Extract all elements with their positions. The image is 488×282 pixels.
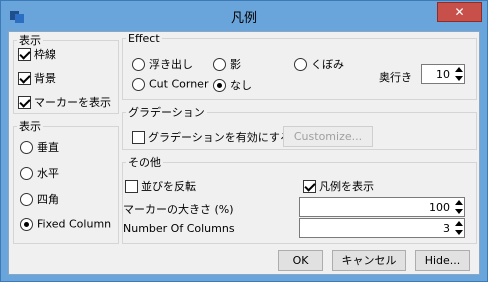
depth-spinner[interactable]: 10 [421,64,465,84]
vertical-radio-label: 垂直 [37,141,59,154]
depth-value: 10 [436,68,450,81]
vertical-radio-dot[interactable] [20,140,33,154]
marker-size-spinner[interactable]: 100 [299,197,465,217]
engrave-radio-label: くぼみ [311,58,344,71]
marker-size-label: マーカーの大きさ (%) [123,203,234,216]
background-checkbox[interactable]: 背景 [18,70,56,86]
vertical-radio[interactable]: 垂直 [20,139,59,155]
background-checkbox-label: 背景 [34,72,56,85]
columns-spinner-arrows[interactable] [454,220,463,236]
dialog-client: 表示 枠線 背景 マーカーを表示 表示 垂直 水平 四角 Fixed Colum… [8,31,480,275]
hide-button[interactable]: Hide... [415,250,470,271]
cancel-button[interactable]: キャンセル [332,250,406,271]
background-checkbox-box[interactable] [18,71,31,85]
legend-dialog: 凡例 ✕ 表示 枠線 背景 マーカーを表示 表示 垂直 水平 四角 Fixed … [0,0,488,282]
depth-spinner-arrows[interactable] [454,66,463,82]
show-legend-checkbox[interactable]: 凡例を表示 [303,178,374,194]
columns-label: Number Of Columns [123,222,235,235]
show-marker-checkbox-label: マーカーを表示 [34,96,111,109]
square-radio[interactable]: 四角 [20,191,59,207]
spin-down-icon[interactable] [455,209,463,214]
engrave-radio-dot[interactable] [294,57,307,71]
ok-button[interactable]: OK [278,250,323,271]
horizontal-radio[interactable]: 水平 [20,165,59,181]
emboss-radio-label: 浮き出し [149,58,193,71]
cut-corner-radio-dot[interactable] [132,77,145,91]
engrave-radio[interactable]: くぼみ [294,56,344,72]
reverse-order-label: 並びを反転 [141,180,196,193]
spin-up-icon[interactable] [455,221,463,226]
shadow-radio-label: 影 [230,58,241,71]
shadow-radio[interactable]: 影 [213,56,241,72]
show-marker-checkbox-box[interactable] [18,95,31,109]
show-marker-checkbox[interactable]: マーカーを表示 [18,94,111,110]
fixed-column-radio-label: Fixed Column [37,217,112,231]
horizontal-radio-dot[interactable] [20,166,33,180]
shadow-radio-dot[interactable] [213,57,226,71]
spin-up-icon[interactable] [455,200,463,205]
none-radio[interactable]: なし [213,77,252,93]
square-radio-dot[interactable] [20,192,33,206]
reverse-order-checkbox-box[interactable] [125,179,138,193]
reverse-order-checkbox[interactable]: 並びを反転 [125,178,196,194]
orientation-group-legend: 表示 [19,120,41,133]
frame-checkbox[interactable]: 枠線 [18,46,56,62]
enable-gradient-checkbox[interactable]: グラデーションを有効にする [132,129,291,145]
customize-button[interactable]: Customize... [283,126,373,147]
title-bar[interactable]: 凡例 ✕ [1,1,487,31]
none-radio-label: なし [230,79,252,92]
depth-label: 奥行き [379,71,412,84]
emboss-radio[interactable]: 浮き出し [132,56,193,72]
spin-down-icon[interactable] [455,230,463,235]
square-radio-label: 四角 [37,193,59,206]
marker-size-spinner-arrows[interactable] [454,199,463,215]
show-legend-checkbox-box[interactable] [303,179,316,193]
window-title: 凡例 [230,11,257,26]
fixed-column-radio-dot[interactable] [20,217,33,231]
columns-spinner[interactable]: 3 [299,218,465,238]
show-legend-label: 凡例を表示 [319,180,374,193]
columns-value: 3 [443,222,450,235]
close-button[interactable]: ✕ [437,2,482,22]
spin-down-icon[interactable] [455,76,463,81]
horizontal-radio-label: 水平 [37,167,59,180]
none-radio-dot[interactable] [213,78,226,92]
spin-up-icon[interactable] [455,67,463,72]
frame-checkbox-box[interactable] [18,47,31,61]
frame-checkbox-label: 枠線 [34,48,56,61]
effect-group-legend: Effect [128,32,160,45]
cut-corner-radio-label: Cut Corner [149,77,209,91]
marker-size-value: 100 [429,201,450,214]
enable-gradient-label: グラデーションを有効にする [148,131,291,144]
cut-corner-radio[interactable]: Cut Corner [132,77,208,91]
enable-gradient-checkbox-box[interactable] [132,130,145,144]
emboss-radio-dot[interactable] [132,57,145,71]
fixed-column-radio[interactable]: Fixed Column [20,217,111,231]
other-group-legend: その他 [128,156,161,169]
gradient-group-legend: グラデーション [128,106,205,119]
